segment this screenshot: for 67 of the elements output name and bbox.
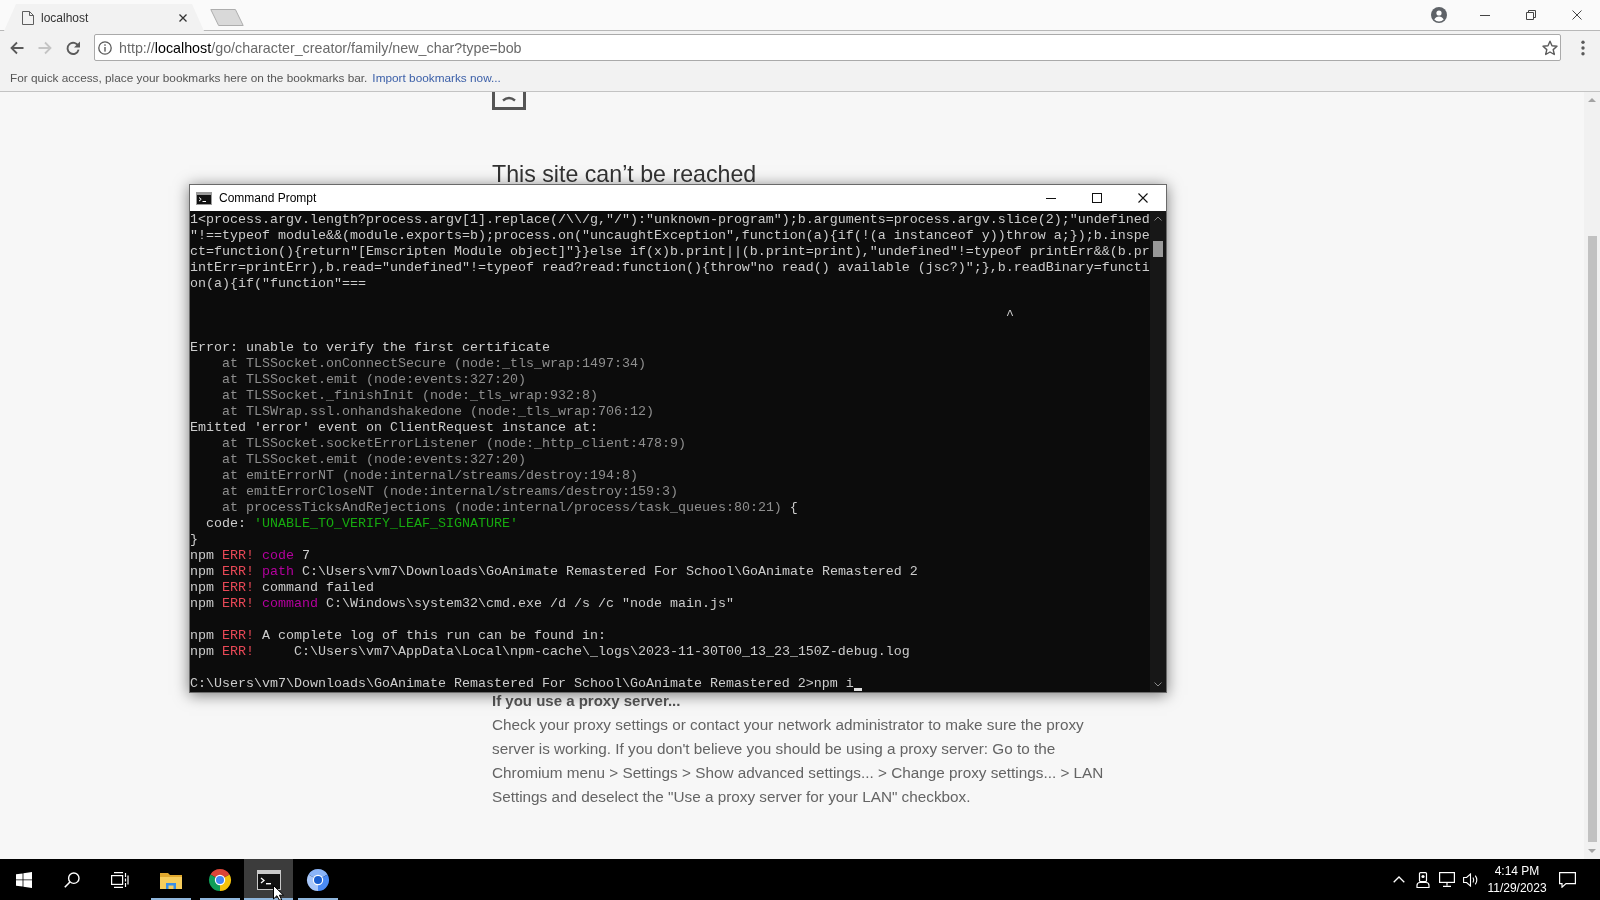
task-view-icon[interactable] <box>111 871 129 888</box>
console-line: npm ERR! command failed <box>190 580 374 596</box>
console-line: at TLSSocket.onConnectSecure (node:_tls_wrap:1497:34) <box>222 356 646 372</box>
start-icon[interactable] <box>16 871 32 888</box>
info-icon <box>98 40 112 55</box>
reload-icon[interactable] <box>65 39 81 56</box>
console-line: npm ERR! C:\Users\vm7\AppData\Local\npm-cache\_logs\2023-11-30T00_13_23_150Z-debug.log <box>190 644 910 660</box>
console-line: npm ERR! A complete log of this run can be found in: <box>190 628 606 644</box>
console-line: npm ERR! code 7 <box>190 548 310 564</box>
console-line: at TLSSocket._finishInit (node:_tls_wrap:932:8) <box>222 388 598 404</box>
close-icon[interactable] <box>1572 10 1582 20</box>
maximize-icon[interactable] <box>1092 193 1102 203</box>
proxy-help-text: Check your proxy settings or contact your network administrator to make sure the proxy server is working. If you don't believe you should be using a proxy server: Go to the Chromium menu > Settings > Show advanced settings... > Change proxy settings... > LAN Settings and deselect the "Use a proxy server for your LAN" checkbox. <box>492 715 1105 807</box>
page-icon <box>22 10 34 25</box>
notification-icon[interactable] <box>1559 871 1576 888</box>
console-line: at TLSSocket.emit (node:events:327:20) <box>222 452 526 468</box>
taskbar-button[interactable] <box>244 859 293 900</box>
clock-time[interactable]: 4:14 PM <box>1494 862 1540 880</box>
console-line: Error: unable to verify the first certificate <box>190 340 550 356</box>
proxy-heading: If you use a proxy server... <box>492 692 681 710</box>
browser-icon <box>305 867 330 892</box>
console-line: Emitted 'error' event on ClientRequest instance at: <box>190 420 598 436</box>
close-icon[interactable] <box>1138 193 1148 203</box>
chevron-up-icon[interactable] <box>1393 876 1405 883</box>
console-line: 1<process.argv.length?process.argv[1].replace(/\\/g,"/"):"unknown-program");b.arguments=process.argv.slice(2);"undefined <box>190 212 1150 228</box>
console-line: intErr=printErr),b.read="undefined"!=typeof read?read:function(){throw"no read() available (jsc?)";},b.readBinary=functi <box>190 260 1150 276</box>
console-line: at emitErrorCloseNT (node:internal/streams/destroy:159:3) <box>222 484 678 500</box>
camera-icon[interactable] <box>1416 871 1430 888</box>
console-line: npm ERR! command C:\Windows\system32\cmd.exe /d /s /c "node main.js" <box>190 596 734 612</box>
console-line: at TLSSocket.socketErrorListener (node:_http_client:478:9) <box>222 436 686 452</box>
import-bookmarks-link[interactable]: Import bookmarks now... <box>372 70 501 85</box>
scrollbar-thumb[interactable] <box>1587 236 1597 842</box>
bookmarks-hint: For quick access, place your bookmarks here on the bookmarks bar. <box>10 70 368 85</box>
address-bar[interactable]: http://localhost/go/character_creator/family/new_char?type=bob <box>94 34 1561 61</box>
console-line: on(a){if("function"=== <box>190 276 366 292</box>
network-icon[interactable] <box>1439 872 1455 887</box>
close-icon[interactable] <box>179 13 187 22</box>
star-icon[interactable] <box>1542 39 1558 56</box>
console-line: npm ERR! path C:\Users\vm7\Downloads\GoAnimate Remastered For School\GoAnimate Remastered 2 <box>190 564 918 580</box>
window-title: Command Prompt <box>219 191 317 205</box>
browser-icon <box>207 867 232 892</box>
clock-date[interactable]: 11/29/2023 <box>1487 879 1547 897</box>
console-line: at emitErrorNT (node:internal/streams/destroy:194:8) <box>222 468 638 484</box>
minimize-icon[interactable] <box>1480 14 1490 16</box>
console-line: ct=function(){return"[Emscripten Module object]"}}else if(x)b.print||(b.print=print),"undefined"!=typeof printErr&&(b.pr <box>190 244 1150 260</box>
profile-icon[interactable] <box>1431 7 1447 23</box>
terminal-icon <box>256 869 281 890</box>
search-icon[interactable] <box>64 871 80 888</box>
console-line: "!==typeof module&&(module.exports=b);process.on("uncaughtException",function(a){if(!(a instanceof y))throw a;});b.inspe <box>190 228 1150 244</box>
scrollbar-thumb[interactable] <box>1153 241 1163 257</box>
restore-icon[interactable] <box>1526 10 1536 20</box>
sad-page-icon <box>492 92 526 110</box>
console-line: at TLSWrap.ssl.onhandshakedone (node:_tls_wrap:706:12) <box>222 404 654 420</box>
minimize-icon[interactable] <box>1046 197 1056 199</box>
console-line: C:\Users\vm7\Downloads\GoAnimate Remastered For School\GoAnimate Remastered 2>npm i <box>190 676 854 692</box>
console-line: code: 'UNABLE_TO_VERIFY_LEAF_SIGNATURE' <box>206 516 518 532</box>
console-line: ^ <box>1006 308 1014 324</box>
console-line: } <box>190 532 198 548</box>
browser-tab[interactable]: localhost <box>4 4 204 31</box>
menu-icon[interactable] <box>1581 39 1585 56</box>
back-icon[interactable] <box>9 39 25 56</box>
console-line: at processTicksAndRejections (node:internal/process/task_queues:80:21) { <box>222 500 798 516</box>
mouse-pointer-icon <box>273 885 284 900</box>
console-line: at TLSSocket.emit (node:events:327:20) <box>222 372 526 388</box>
page-heading: This site can’t be reached <box>492 160 757 188</box>
volume-icon[interactable] <box>1463 872 1479 887</box>
console-icon <box>196 191 212 205</box>
